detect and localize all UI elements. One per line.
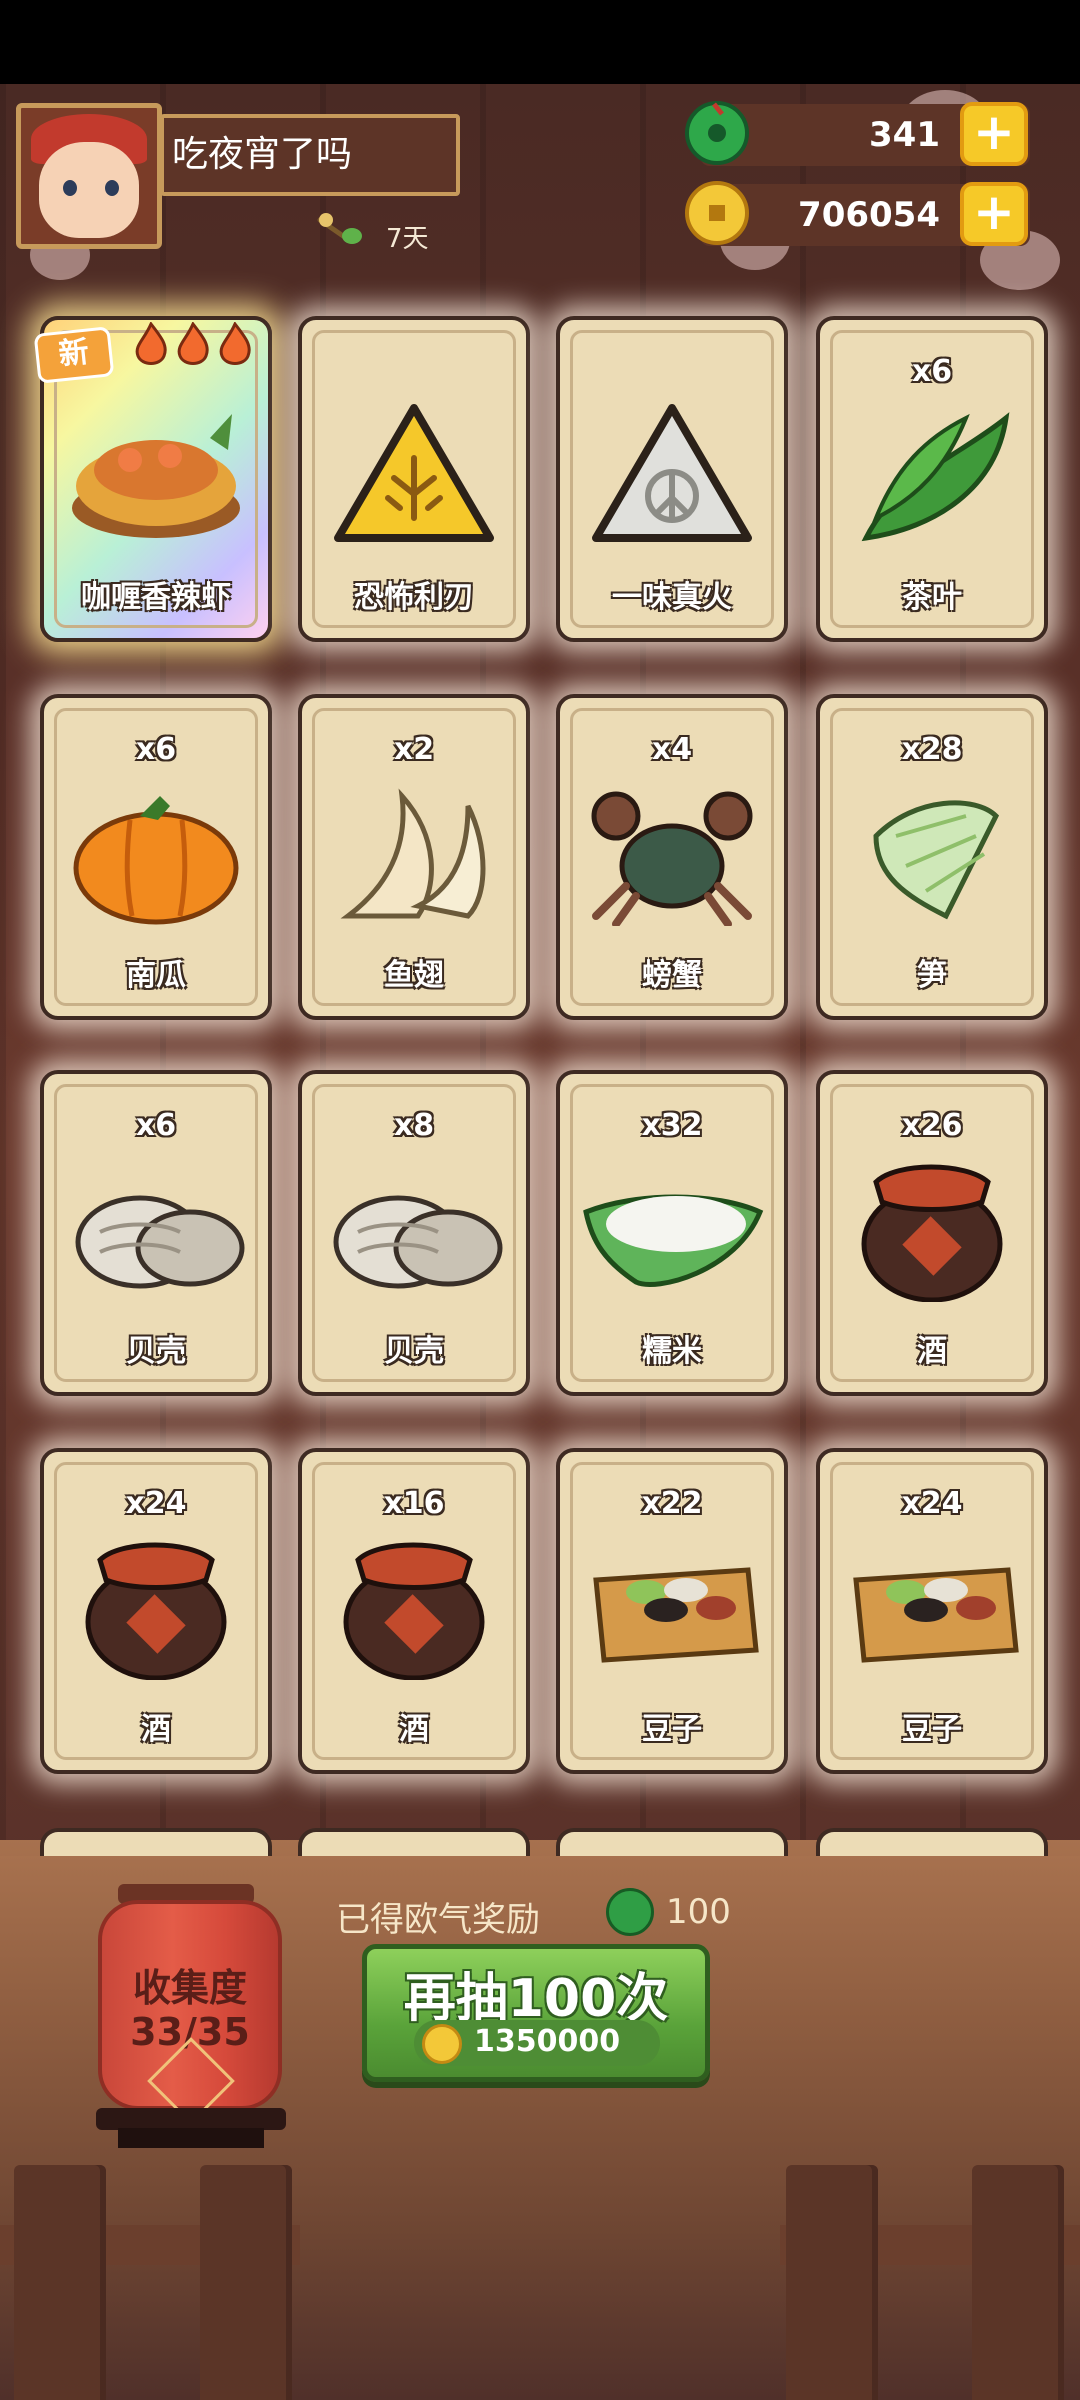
card-item[interactable]: x6 贝壳 xyxy=(40,1070,272,1396)
card-name: 一味真火 xyxy=(612,580,732,615)
card-item[interactable]: x16 酒 xyxy=(298,1448,530,1774)
card-name: 南瓜 xyxy=(126,958,186,993)
card-count: x6 xyxy=(135,1108,177,1143)
lantern-stand-base xyxy=(118,2128,264,2148)
jade-coin-icon xyxy=(685,101,749,165)
branch-icon xyxy=(317,213,362,244)
card-count: x16 xyxy=(383,1486,445,1521)
card-item[interactable]: x26 酒 xyxy=(816,1070,1048,1396)
gold-coin-icon xyxy=(685,181,749,245)
card-item[interactable]: x22 豆子 xyxy=(556,1448,788,1774)
card-count: x32 xyxy=(641,1108,703,1143)
card-name: 贝壳 xyxy=(126,1334,186,1369)
card-name: 茶叶 xyxy=(902,580,962,615)
bamboo-shoot-icon xyxy=(873,800,1000,920)
reward-label: 已得欧气奖励 xyxy=(336,1900,540,1940)
card-item[interactable]: x6 南瓜 xyxy=(40,694,272,1020)
flame-icon xyxy=(219,322,251,365)
plus-icon: + xyxy=(973,183,1015,241)
card-name: 笋 xyxy=(917,958,947,993)
shark-fin-icon xyxy=(340,788,486,919)
gold-coin-icon xyxy=(422,2024,462,2064)
card-count: x26 xyxy=(901,1108,963,1143)
card-item[interactable]: x4 螃蟹 xyxy=(556,694,788,1020)
collection-label: 收集度 xyxy=(132,1966,247,2010)
card-count: x8 xyxy=(393,1108,435,1143)
card-name: 豆子 xyxy=(642,1712,702,1747)
plus-icon: + xyxy=(973,103,1015,161)
card-name: 恐怖利刃 xyxy=(354,580,474,615)
card-count: x4 xyxy=(651,732,693,767)
card-item[interactable]: x2 鱼翅 xyxy=(298,694,530,1020)
card-count: x28 xyxy=(901,732,963,767)
pumpkin-icon xyxy=(73,796,239,925)
wine-jar-icon xyxy=(85,1542,227,1680)
curry-shrimp-icon xyxy=(72,414,240,538)
fence-post xyxy=(14,2165,106,2400)
shell-icon xyxy=(75,1195,245,1289)
shell-icon xyxy=(333,1195,503,1289)
add-jade-button[interactable]: + xyxy=(960,102,1028,166)
card-item[interactable]: x24 豆子 xyxy=(816,1448,1048,1774)
add-coins-button[interactable]: + xyxy=(960,182,1028,246)
flame-icon xyxy=(177,322,209,365)
new-icon: 新 xyxy=(33,326,115,384)
card-item[interactable]: x8 贝壳 xyxy=(298,1070,530,1396)
card-item[interactable]: 一味真火 xyxy=(556,316,788,642)
card-name: 酒 xyxy=(399,1712,429,1747)
status-bar xyxy=(0,0,1080,84)
reward-amount: 100 xyxy=(666,1892,731,1932)
card-count: x22 xyxy=(641,1486,703,1521)
card-name: 螃蟹 xyxy=(642,958,702,993)
card-name: 酒 xyxy=(141,1712,171,1747)
fence-post xyxy=(972,2165,1064,2400)
true-fire-icon xyxy=(592,404,752,542)
card-name: 咖喱香辣虾 xyxy=(81,580,231,615)
flame-icon xyxy=(135,322,167,365)
card-name: 酒 xyxy=(917,1334,947,1369)
jade-coin-icon xyxy=(606,1888,654,1936)
card-count: x6 xyxy=(135,732,177,767)
wine-jar-icon xyxy=(861,1164,1003,1302)
beans-box-icon xyxy=(593,1567,759,1663)
card-count: x2 xyxy=(393,732,435,767)
avatar[interactable] xyxy=(16,103,162,249)
fence-post xyxy=(200,2165,292,2400)
rice-icon xyxy=(583,1194,764,1287)
crab-icon xyxy=(591,791,753,926)
card-item[interactable]: x24 酒 xyxy=(40,1448,272,1774)
card-item[interactable]: 恐怖利刃 xyxy=(298,316,530,642)
lantern-stand xyxy=(96,2108,286,2130)
card-count: x24 xyxy=(901,1486,963,1521)
card-name: 豆子 xyxy=(902,1712,962,1747)
login-days: 7天 xyxy=(386,224,429,254)
card-name: 鱼翅 xyxy=(384,958,444,993)
card-name: 糯米 xyxy=(642,1334,702,1369)
card-count: x6 xyxy=(911,354,953,389)
wine-jar-icon xyxy=(343,1542,485,1680)
card-name: 贝壳 xyxy=(384,1334,444,1369)
card-item[interactable]: x6 茶叶 xyxy=(816,316,1048,642)
card-item[interactable]: x28 笋 xyxy=(816,694,1048,1020)
fearsome-blade-icon xyxy=(334,404,494,542)
tea-leaf-icon xyxy=(861,412,1010,542)
card-item[interactable]: x32 糯米 xyxy=(556,1070,788,1396)
beans-box-icon xyxy=(853,1567,1019,1663)
fence-post xyxy=(786,2165,878,2400)
card-count: x24 xyxy=(125,1486,187,1521)
player-name: 吃夜宵了吗 xyxy=(160,114,460,196)
draw-cost: 1350000 xyxy=(474,2024,621,2059)
